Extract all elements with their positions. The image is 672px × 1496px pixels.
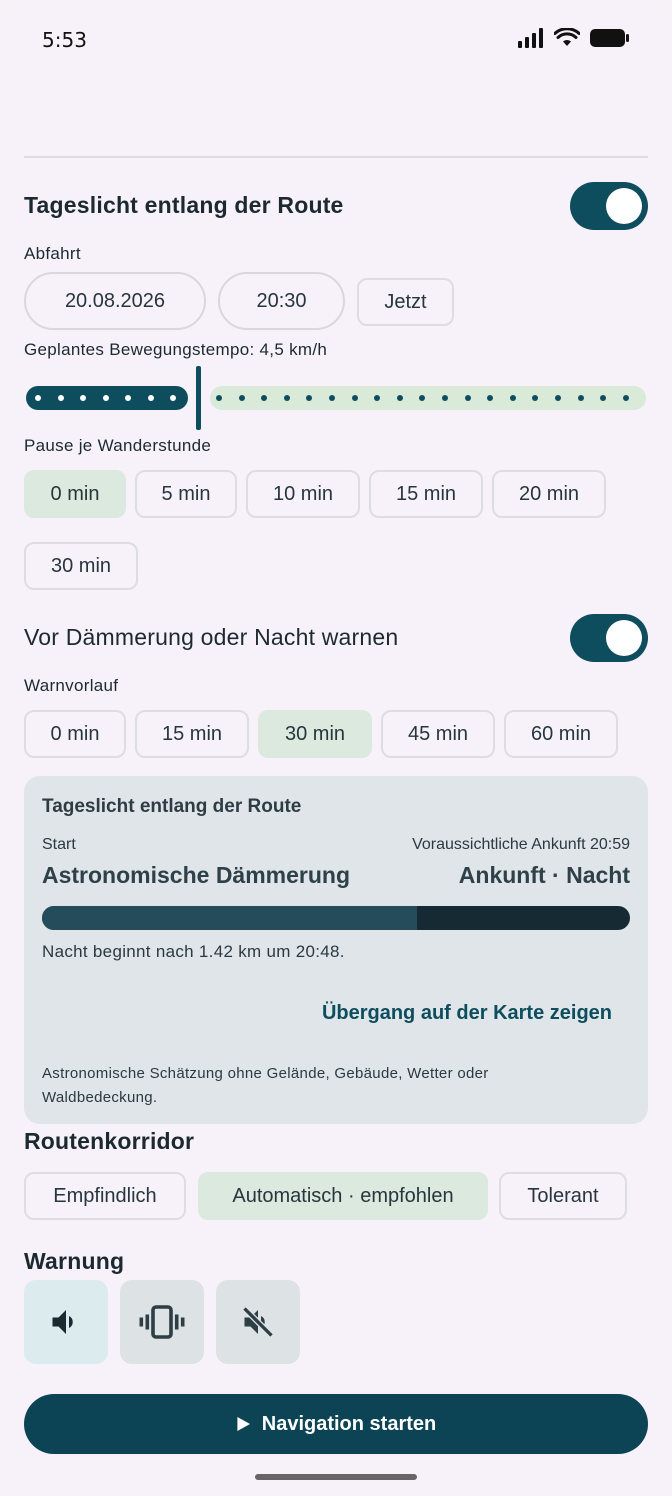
night-note: Nacht beginnt nach 1.42 km um 20:48.	[42, 942, 345, 961]
lead-option-60[interactable]: 60 min	[504, 710, 618, 758]
card-title: Tageslicht entlang der Route	[42, 796, 302, 817]
corridor-option-tolerant[interactable]: Tolerant	[499, 1172, 627, 1220]
signal-icon	[518, 28, 543, 48]
slider-tick	[555, 395, 561, 401]
slider-tick	[329, 395, 335, 401]
slider-tick	[170, 395, 176, 401]
sound-icon	[52, 1310, 73, 1334]
slider-tick	[487, 395, 494, 401]
slider-tick	[374, 395, 381, 401]
now-button[interactable]: Jetzt	[357, 278, 454, 326]
slider-tick	[125, 395, 131, 401]
slider-tick	[464, 395, 471, 401]
pause-option-10[interactable]: 10 min	[246, 470, 360, 518]
lead-label: Warnvorlauf	[24, 676, 119, 695]
corridor-option-auto[interactable]: Automatisch · empfohlen	[198, 1172, 488, 1220]
lead-option-0[interactable]: 0 min	[24, 710, 126, 758]
slider-tick	[419, 395, 426, 401]
start-navigation-button[interactable]: Navigation starten	[24, 1394, 648, 1454]
play-icon	[237, 1417, 250, 1431]
slider-tick	[509, 395, 516, 401]
lead-option-15[interactable]: 15 min	[135, 710, 249, 758]
toggle-knob	[606, 188, 642, 224]
vibrate-mode-button[interactable]	[120, 1280, 204, 1364]
slider-tick	[622, 395, 629, 401]
mute-icon	[242, 1306, 274, 1338]
sound-mode-button[interactable]	[24, 1280, 108, 1364]
lead-option-45[interactable]: 45 min	[381, 710, 495, 758]
divider	[24, 156, 648, 158]
pause-option-5[interactable]: 5 min	[135, 470, 237, 518]
status-bar: 5:53	[0, 0, 672, 80]
eta-label: Voraussichtliche Ankunft 20:59	[412, 836, 630, 853]
disclaimer: Astronomische Schätzung ohne Gelände, Ge…	[42, 1065, 489, 1106]
slider-tick	[102, 395, 109, 401]
status-time: 5:53	[42, 28, 87, 52]
daylight-toggle[interactable]	[570, 182, 648, 230]
end-phase: Ankunft · Nacht	[458, 862, 630, 888]
warn-title: Vor Dämmerung oder Nacht warnen	[24, 624, 399, 650]
slider-tick	[57, 395, 64, 401]
slider-tick	[532, 395, 539, 401]
start-phase: Astronomische Dämmerung	[42, 862, 351, 888]
wifi-icon	[554, 28, 580, 46]
screen: 5:53 Tageslicht entlang der Route Abfahr…	[0, 0, 672, 1496]
daylight-card: Tageslicht entlang der Route Start Vorau…	[24, 776, 648, 1124]
departure-label: Abfahrt	[24, 244, 81, 263]
pause-option-0[interactable]: 0 min	[24, 470, 126, 518]
slider-tick	[600, 395, 607, 401]
corridor-option-sensitive[interactable]: Empfindlich	[24, 1172, 186, 1220]
start-navigation-label: Navigation starten	[261, 1412, 437, 1435]
slider-tick	[238, 395, 245, 401]
daylight-progress-fill	[42, 906, 417, 930]
slider-tick	[147, 395, 154, 401]
slider-tick	[442, 395, 448, 401]
start-label: Start	[42, 836, 76, 853]
pause-option-15[interactable]: 15 min	[369, 470, 483, 518]
show-transition-link[interactable]: Übergang auf der Karte zeigen	[322, 1002, 612, 1025]
slider-tick	[261, 395, 268, 401]
slider-tick	[35, 395, 41, 401]
slider-tick	[351, 395, 358, 401]
daylight-title: Tageslicht entlang der Route	[24, 192, 344, 218]
pause-option-30[interactable]: 30 min	[24, 542, 138, 590]
warn-toggle[interactable]	[570, 614, 648, 662]
time-picker[interactable]: 20:30	[218, 272, 345, 330]
date-picker[interactable]: 20.08.2026	[24, 272, 206, 330]
slider-tick	[216, 395, 222, 401]
pause-label: Pause je Wanderstunde	[24, 436, 212, 455]
alert-title: Warnung	[24, 1248, 125, 1274]
corridor-title: Routenkorridor	[24, 1128, 195, 1154]
battery-icon	[590, 29, 629, 47]
daylight-progress-bar	[42, 906, 630, 930]
vibrate-icon	[139, 1305, 185, 1339]
slider-tick	[396, 395, 403, 401]
status-icons	[518, 28, 630, 48]
slider-tick	[283, 395, 290, 401]
home-indicator	[255, 1474, 417, 1480]
mute-mode-button[interactable]	[216, 1280, 300, 1364]
pace-slider-active-track[interactable]	[26, 386, 188, 410]
lead-option-30[interactable]: 30 min	[258, 710, 372, 758]
pace-slider-inactive-track[interactable]	[210, 386, 646, 410]
slider-tick	[80, 395, 86, 401]
pace-label: Geplantes Bewegungstempo: 4,5 km/h	[24, 340, 328, 359]
pace-slider-thumb[interactable]	[196, 366, 201, 430]
slider-tick	[306, 395, 313, 401]
pause-option-20[interactable]: 20 min	[492, 470, 606, 518]
slider-tick	[577, 395, 584, 401]
toggle-knob	[606, 620, 642, 656]
